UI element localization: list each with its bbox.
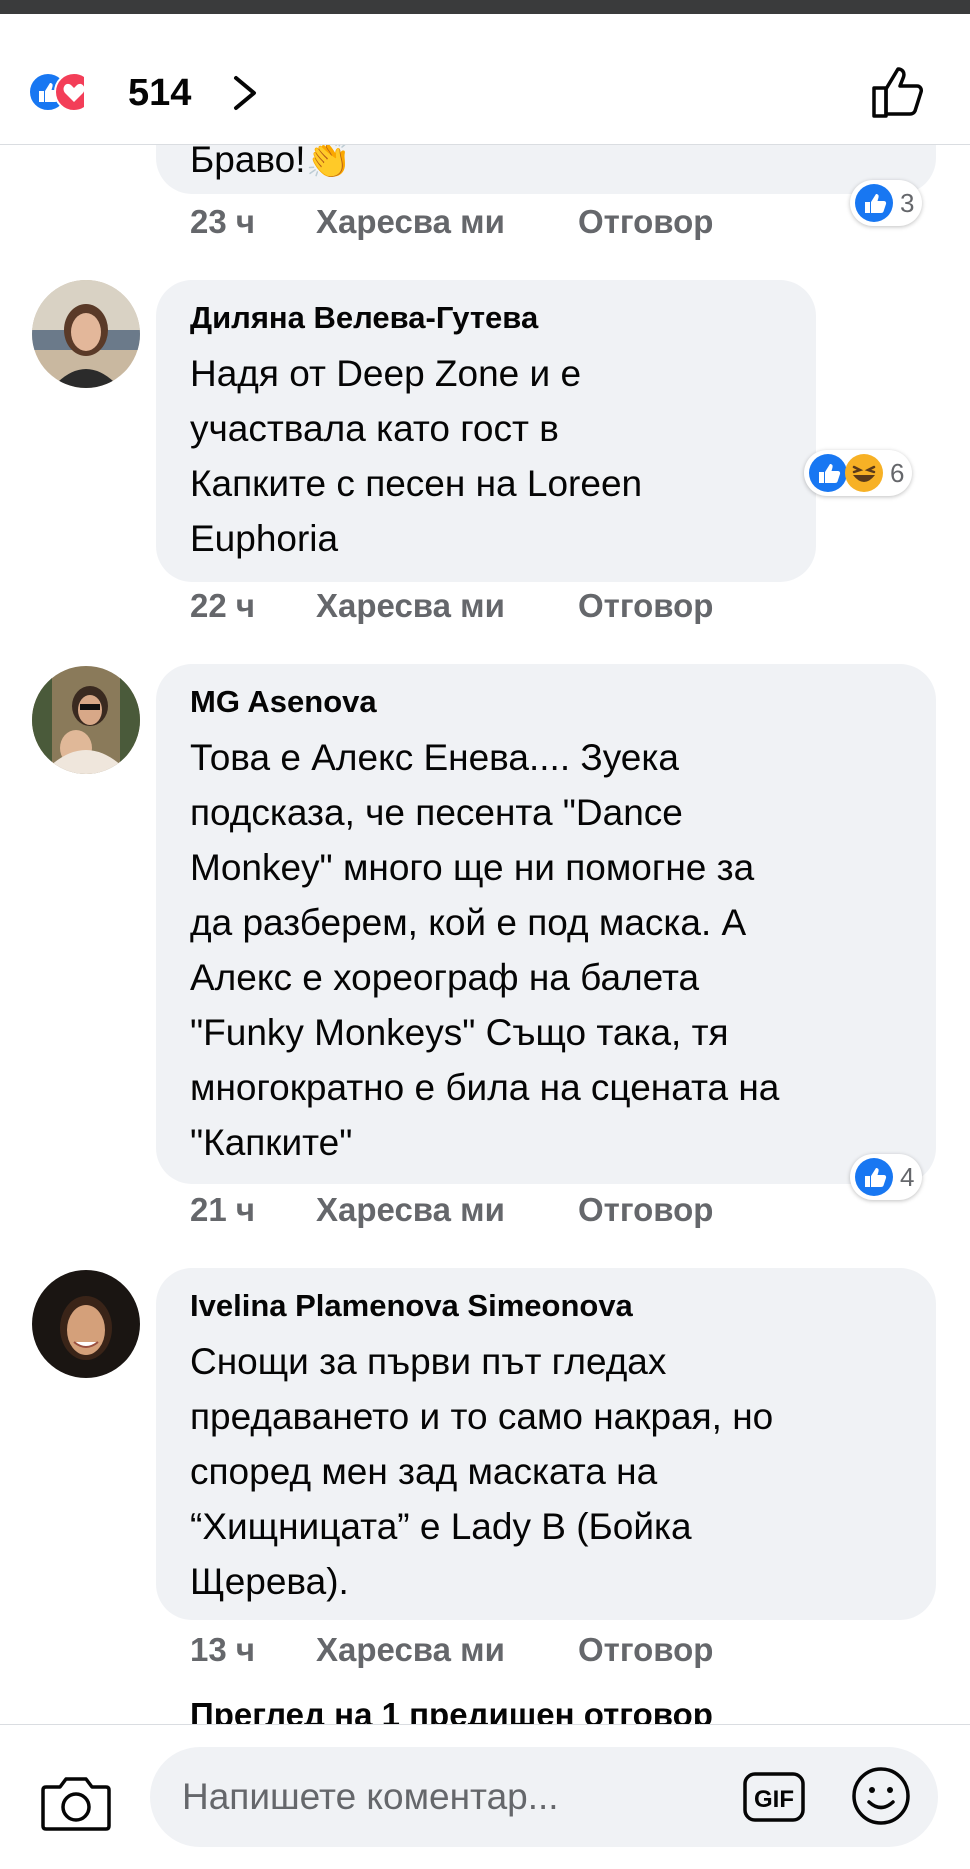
reply-button[interactable]: Отговор [578,586,713,626]
like-icon [855,1158,893,1196]
comment-text-line: участвала като гост в [190,408,559,449]
comment-text-line: Това е Алекс Енева.... Зуека [190,737,679,778]
like-icon [855,184,893,222]
comment-time[interactable]: 22 ч [190,586,255,626]
comment-text-line: Алекс е хореограф на балета [190,957,700,998]
comment-text-line: “Хищницата” е Lady B (Бойка [190,1506,692,1547]
like-comment-button[interactable]: Харесва ми [316,1630,505,1670]
comment-reactions[interactable]: 6 [804,450,913,496]
svg-text:GIF: GIF [754,1786,794,1813]
comment-text-line: подсказа, че песента "Dance [190,792,683,833]
comments-feed[interactable]: Браво!👏 23 ч Харесва ми Отговор 3 Диляна… [0,144,970,1724]
haha-icon [845,454,883,492]
comment-text-line: "Funky Monkeys" Също така, тя [190,1012,729,1053]
comment-text-line: Monkey" много ще ни помогне за [190,847,755,888]
gif-icon[interactable]: GIF [742,1771,806,1823]
love-icon [54,72,84,112]
chevron-right-icon[interactable] [230,72,260,114]
comment-text-line: Щерева). [190,1561,349,1602]
comment-time[interactable]: 21 ч [190,1190,255,1230]
comment-author[interactable]: MG Asenova [190,682,377,722]
like-comment-button[interactable]: Харесва ми [316,586,505,626]
comment-author[interactable]: Диляна Велева-Гутева [190,298,538,338]
comment-text-line: Капките с песен на Loreen [190,463,643,504]
avatar[interactable] [32,280,140,388]
like-comment-button[interactable]: Харесва ми [316,1190,505,1230]
comment-text: Браво!👏 [190,144,352,187]
like-outline-icon[interactable] [868,62,928,122]
comment-text-line: "Капките" [190,1122,353,1163]
reaction-count: 6 [890,457,905,488]
reaction-count[interactable]: 514 [128,72,191,114]
comment-text-line: предаването и то само накрая, но [190,1396,774,1437]
comment-author[interactable]: Ivelina Plamenova Simeonova [190,1286,633,1326]
comment-text-line: Снощи за първи път гледах [190,1341,667,1382]
comment-input[interactable]: Напишете коментар... GIF [150,1747,938,1847]
comment-text-line: да разберем, кой е под маска. А [190,902,747,943]
reaction-count: 3 [900,187,915,218]
comment-text-line: според мен зад маската на [190,1451,658,1492]
comment-text-line: Euphoria [190,518,339,559]
reply-button[interactable]: Отговор [578,1630,713,1670]
reaction-summary-icons[interactable] [28,72,84,112]
comment-reactions[interactable]: 3 [850,180,923,226]
comment-time[interactable]: 23 ч [190,202,255,242]
emoji-icon[interactable] [850,1765,912,1827]
comment-time[interactable]: 13 ч [190,1630,255,1670]
comment-composer: Напишете коментар... GIF [0,1724,970,1869]
comment-reactions[interactable]: 4 [850,1154,923,1200]
avatar[interactable] [32,1270,140,1378]
reactions-header: 514 [0,14,970,145]
status-strip [0,0,970,14]
reply-button[interactable]: Отговор [578,202,713,242]
like-icon [809,454,847,492]
like-comment-button[interactable]: Харесва ми [316,202,505,242]
camera-icon[interactable] [40,1771,112,1835]
reply-button[interactable]: Отговор [578,1190,713,1230]
view-previous-replies-link[interactable]: Преглед на 1 предишен отговор [190,1696,713,1724]
comment-input-placeholder: Напишете коментар... [182,1776,559,1817]
reaction-count: 4 [900,1161,915,1192]
comment-text-line: многократно е била на сцената на [190,1067,780,1108]
clapping-hands-emoji: 👏 [305,144,352,180]
comment-text-line: Надя от Deep Zone и е [190,353,582,394]
avatar[interactable] [32,666,140,774]
